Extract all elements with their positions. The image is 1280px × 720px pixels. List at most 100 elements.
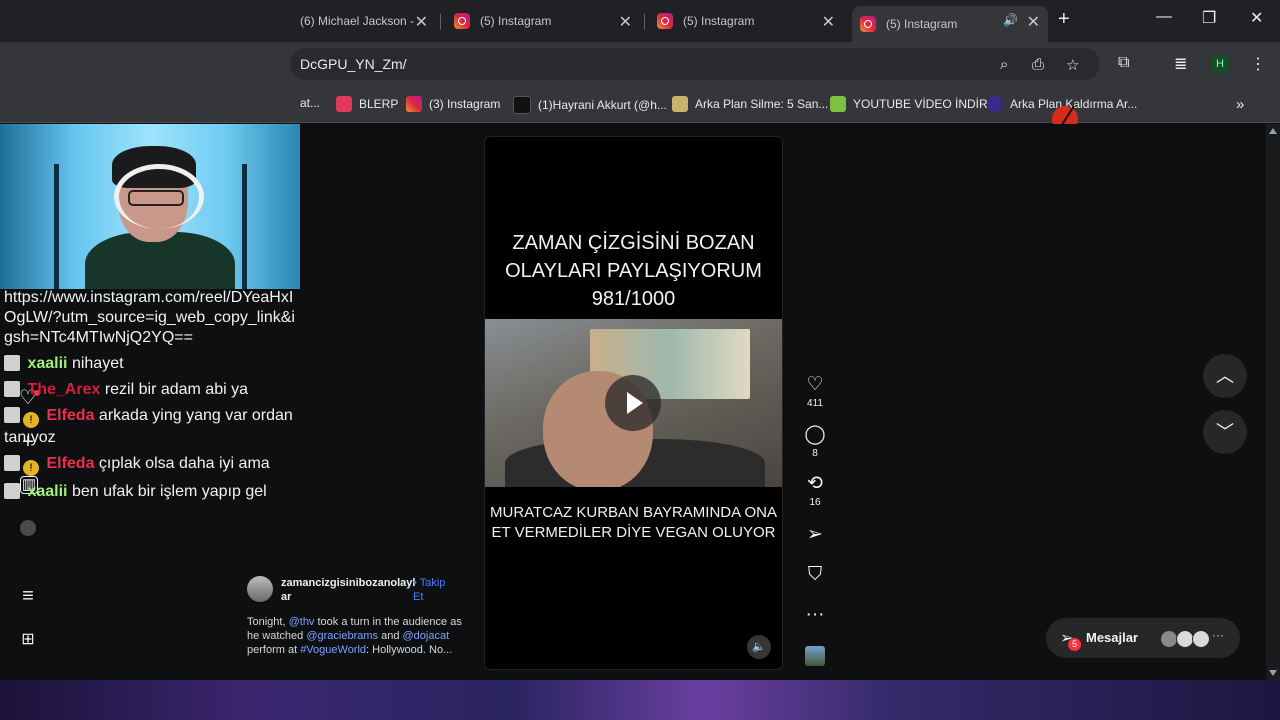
chat-link: https://www.instagram.com/reel/DYeaHxIOg… — [4, 288, 300, 348]
messages-badge: 5 — [1068, 638, 1081, 651]
audio-thumbnail[interactable] — [805, 646, 825, 666]
reel-title-line: 981/1000 — [591, 288, 676, 310]
toolbar: DcGPU_YN_Zm/ ⌕ ⎙ ☆ — [0, 42, 1280, 86]
comment-count: 8 — [812, 448, 818, 459]
chat-username: xaalii — [27, 355, 68, 372]
new-tab-icon[interactable]: + — [1058, 8, 1070, 31]
bookmark-label: BLERP — [359, 97, 399, 111]
chat-username: The_Arex — [27, 381, 101, 398]
follow-button[interactable]: • Takip Et — [413, 576, 453, 604]
play-icon[interactable] — [605, 375, 661, 431]
close-icon[interactable]: ✕ — [822, 12, 835, 32]
instagram-icon — [860, 16, 876, 32]
mention-link[interactable]: @graciebrams — [306, 630, 378, 642]
address-bar[interactable]: DcGPU_YN_Zm/ ⌕ ⎙ ☆ — [290, 48, 1100, 80]
close-icon[interactable]: ✕ — [415, 12, 428, 32]
menu-kebab-icon[interactable]: ⋮ — [1250, 54, 1266, 74]
tab-title: (5) Instagram — [480, 14, 552, 28]
remove-bg-icon — [987, 96, 1003, 112]
close-icon[interactable]: ✕ — [1027, 12, 1040, 32]
tab-instagram-1[interactable]: (5) Instagram ✕ — [446, 6, 640, 36]
repost-icon: ⟲ — [807, 473, 823, 494]
bookmark-arka-plan-silme[interactable]: Arka Plan Silme: 5 San... — [672, 96, 828, 112]
chat-link-text: https://www.instagram.com/reel/DYeaHxIOg… — [4, 289, 295, 346]
instagram-icon — [406, 96, 422, 112]
instagram-icon — [454, 13, 470, 29]
restore-icon[interactable]: ❐ — [1202, 8, 1216, 28]
mention-link[interactable]: @thv — [289, 616, 315, 628]
reel-title-overlay: ZAMAN ÇİZGİSİNİ BOZAN OLAYLARI PAYLAŞIYO… — [485, 229, 782, 313]
mention-link[interactable]: @dojacat — [403, 630, 450, 642]
next-reel-button[interactable]: ﹀ — [1203, 410, 1247, 454]
hashtag-link[interactable]: #VogueWorld — [300, 644, 366, 656]
more-apps-icon[interactable]: ⊞ — [18, 630, 38, 650]
repost-button[interactable]: ⟲ 16 — [802, 473, 828, 508]
comment-icon: ◯ — [804, 424, 826, 445]
user-badge-icon — [4, 355, 20, 371]
previous-reel-button[interactable]: ︿ — [1203, 354, 1247, 398]
bookmark-item[interactable]: at... — [300, 96, 320, 110]
extensions-icon[interactable]: ⧉ — [1118, 54, 1129, 72]
tab-instagram-2[interactable]: (5) Instagram ✕ — [649, 6, 843, 36]
tab-instagram-active[interactable]: (5) Instagram 🔊 ✕ — [852, 6, 1048, 42]
chat-text: ben ufak bir işlem yapıp gel — [71, 483, 267, 500]
bookmark-blerp[interactable]: BLERP — [336, 96, 398, 112]
profile-avatar-icon[interactable] — [20, 520, 36, 536]
user-badge-icon — [4, 455, 20, 471]
instagram-icon — [657, 13, 673, 29]
chevron-up-icon: ︿ — [1216, 366, 1234, 386]
bookmark-instagram[interactable]: (3) Instagram — [406, 96, 500, 112]
post-description: Tonight, @thv took a turn in the audienc… — [247, 615, 463, 657]
more-bookmarks-icon[interactable]: » — [1236, 96, 1244, 113]
reel-video-player[interactable]: ZAMAN ÇİZGİSİNİ BOZAN OLAYLARI PAYLAŞIYO… — [484, 136, 783, 670]
desc-text: : Hollywood. No... — [366, 644, 453, 656]
close-icon[interactable]: ✕ — [619, 12, 632, 32]
chat-message: ! Elfeda çıplak olsa daha iyi ama — [4, 454, 300, 476]
send-icon: ➢ — [807, 524, 823, 545]
reel-caption-line: ET VERMEDİLER DİYE VEGAN OLUYOR — [491, 524, 776, 541]
tab-title: (6) Michael Jackson - — [300, 14, 415, 28]
desc-text: perform at — [247, 644, 301, 656]
bookmark-label: at... — [300, 96, 321, 110]
share-button[interactable]: ➢ — [802, 524, 828, 546]
zoom-icon[interactable]: ⌕ — [1000, 56, 1008, 73]
tab-strip: (6) Michael Jackson - ✕ (5) Instagram ✕ … — [0, 0, 1280, 42]
tab-title: (5) Instagram — [886, 17, 958, 31]
like-button[interactable]: ♡ 411 — [802, 374, 828, 409]
chat-message: The_Arex rezil bir adam abi ya — [4, 380, 300, 400]
tab-michael-jackson[interactable]: (6) Michael Jackson - ✕ — [300, 6, 436, 36]
instagram-reels-page: ♡ + ▥ ≡ ⊞ https://www.instagram.com/reel… — [0, 124, 1266, 680]
ellipsis-icon: ··· — [1212, 628, 1224, 642]
author-username[interactable]: zamancizgisinibozanolaylar — [281, 576, 417, 604]
url-text: DcGPU_YN_Zm/ — [300, 56, 407, 72]
author-avatar[interactable] — [247, 576, 273, 602]
save-button[interactable]: ⛉ — [802, 564, 828, 586]
messages-button[interactable]: ➢ 5 Mesajlar ··· — [1046, 618, 1240, 658]
chat-message: xaalii nihayet — [4, 354, 300, 374]
chat-message: ! Elfeda arkada ying yang var ordan tanı… — [4, 406, 300, 448]
volume-icon[interactable]: 🔈 — [747, 635, 771, 659]
media-control-icon[interactable]: ≣ — [1174, 54, 1187, 74]
ellipsis-icon: ··· — [805, 604, 825, 625]
comment-button[interactable]: ◯ 8 — [802, 424, 828, 459]
bookmark-tiktok[interactable]: (1)Hayrani Akkurt (@h... — [513, 96, 667, 114]
minimize-icon[interactable]: — — [1156, 8, 1172, 26]
bookmark-star-icon[interactable]: ☆ — [1066, 56, 1079, 74]
bookmark-icon: ⛉ — [807, 564, 823, 585]
page-scrollbar[interactable] — [1266, 124, 1280, 680]
profile-avatar[interactable]: H — [1210, 54, 1230, 74]
hamburger-menu-icon[interactable]: ≡ — [18, 586, 38, 606]
blerp-icon — [336, 96, 352, 112]
install-app-icon[interactable]: ⎙ — [1032, 56, 1044, 73]
more-options-button[interactable]: ··· — [802, 604, 828, 626]
speaker-icon[interactable]: 🔊 — [1003, 13, 1018, 27]
window-close-icon[interactable]: ✕ — [1250, 8, 1263, 28]
bookmark-youtube-indir[interactable]: YOUTUBE VİDEO İNDİR — [830, 96, 988, 112]
desc-text: and — [378, 630, 403, 642]
chat-message: xaalii ben ufak bir işlem yapıp gel — [4, 482, 300, 502]
chat-username: Elfeda — [46, 407, 95, 424]
download-arrow-icon — [830, 96, 846, 112]
chevron-down-icon: ﹀ — [1216, 422, 1234, 442]
repost-count: 16 — [809, 497, 821, 508]
chat-text: nihayet — [71, 355, 124, 372]
